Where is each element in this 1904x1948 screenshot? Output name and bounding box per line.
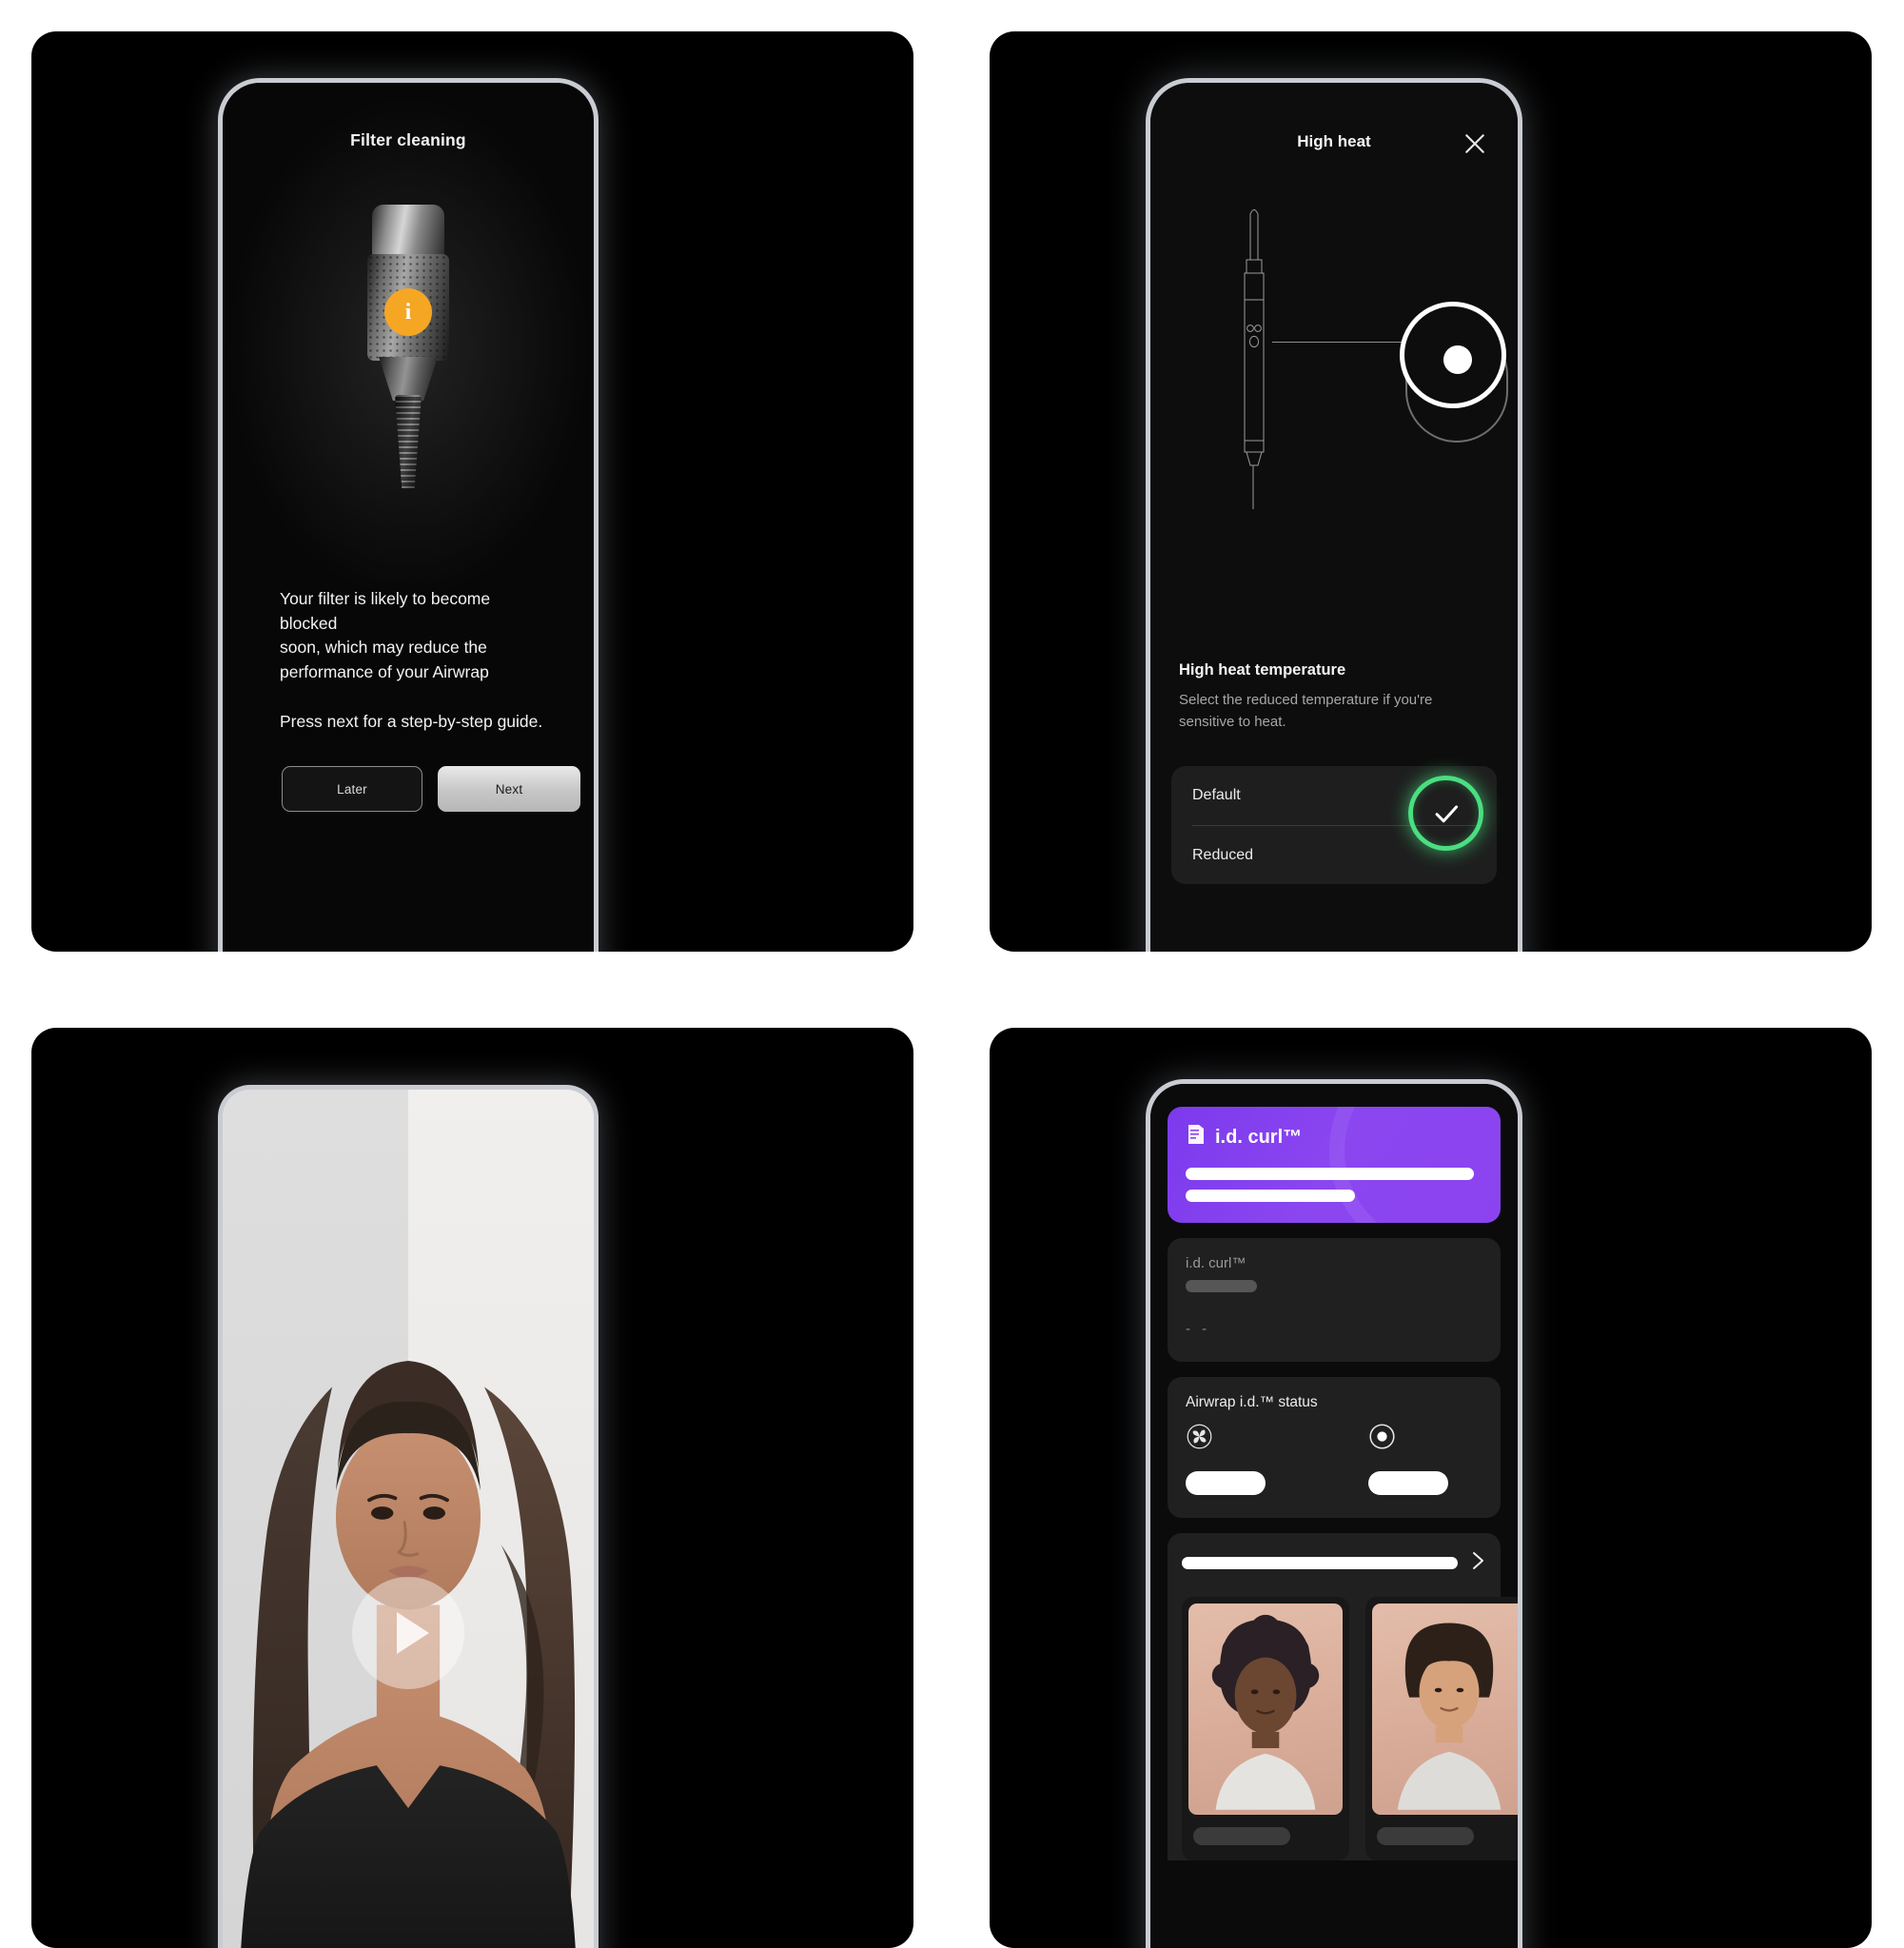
hero-placeholder-bar-1 xyxy=(1186,1168,1474,1180)
panel-high-heat: High heat xyxy=(990,31,1872,952)
phone-frame xyxy=(218,1085,599,1948)
check-icon xyxy=(1408,776,1483,851)
device-illustration: i xyxy=(346,205,470,509)
dial-indicator xyxy=(1443,345,1472,374)
phone-screen: Filter cleaning i Your filter is likely … xyxy=(223,83,594,952)
page-title: Filter cleaning xyxy=(223,130,594,150)
play-triangle xyxy=(397,1612,429,1654)
device-card-title: i.d. curl™ xyxy=(1186,1255,1482,1271)
body-text: Your filter is likely to become blocked … xyxy=(280,587,548,735)
carousel-tile[interactable] xyxy=(1182,1597,1349,1860)
option-list: Default Reduced xyxy=(1171,766,1497,884)
dial-illustration xyxy=(1400,302,1514,443)
status-card[interactable]: Airwrap i.d.™ status xyxy=(1168,1377,1501,1518)
carousel-title-placeholder xyxy=(1182,1557,1458,1569)
id-card-icon xyxy=(1186,1123,1207,1151)
body-paragraph-2: Press next for a step-by-step guide. xyxy=(280,710,548,735)
later-button[interactable]: Later xyxy=(282,766,422,812)
device-card-value: - - xyxy=(1186,1321,1482,1337)
info-icon: i xyxy=(384,288,432,336)
phone-screen xyxy=(223,1090,594,1948)
play-icon[interactable] xyxy=(352,1577,464,1689)
section-body: Select the reduced temperature if you're… xyxy=(1179,690,1489,733)
dial-ring xyxy=(1400,302,1506,408)
device-tube xyxy=(395,395,422,488)
chevron-right-icon[interactable] xyxy=(1470,1549,1486,1577)
wand-illustration xyxy=(1232,197,1276,511)
section-heading: High heat temperature xyxy=(1179,661,1489,679)
hero-title-row: i.d. curl™ xyxy=(1186,1123,1482,1151)
body-line-3: performance of your Airwrap xyxy=(280,660,548,685)
close-icon[interactable] xyxy=(1461,129,1489,158)
carousel-header[interactable] xyxy=(1182,1549,1486,1577)
tile-thumbnail xyxy=(1188,1604,1343,1815)
phone-screen: High heat xyxy=(1150,83,1518,952)
tile-label-placeholder xyxy=(1193,1827,1290,1845)
body-line-1: Your filter is likely to become blocked xyxy=(280,587,548,636)
panel-filter-cleaning: Filter cleaning i Your filter is likely … xyxy=(31,31,913,952)
status-card-title: Airwrap i.d.™ status xyxy=(1186,1394,1482,1411)
body-line-2: soon, which may reduce the xyxy=(280,636,548,660)
fan-icon xyxy=(1186,1438,1213,1454)
device-neck xyxy=(379,357,438,401)
phone-frame: High heat xyxy=(1146,78,1522,952)
status-row xyxy=(1186,1423,1482,1495)
phone-screen: i.d. curl™ i.d. curl™ - - Airwrap i.d.™ … xyxy=(1150,1084,1518,1948)
phone-frame: i.d. curl™ i.d. curl™ - - Airwrap i.d.™ … xyxy=(1146,1079,1522,1948)
carousel-tile[interactable] xyxy=(1365,1597,1518,1860)
hero-placeholder-bar-2 xyxy=(1186,1190,1355,1202)
phone-frame: Filter cleaning i Your filter is likely … xyxy=(218,78,599,952)
callout-line xyxy=(1272,342,1413,343)
section-text: High heat temperature Select the reduced… xyxy=(1179,661,1489,733)
button-row: Later Next xyxy=(282,766,580,812)
hero-card[interactable]: i.d. curl™ xyxy=(1168,1107,1501,1223)
screenshot-grid: Filter cleaning i Your filter is likely … xyxy=(0,0,1904,1904)
carousel-tiles xyxy=(1182,1597,1486,1860)
status-placeholder-bar-1 xyxy=(1186,1471,1266,1495)
status-placeholder-bar-2 xyxy=(1368,1471,1448,1495)
device-card-placeholder-bar xyxy=(1186,1280,1257,1292)
panel-before-after-video xyxy=(31,1028,913,1948)
dot-circle-icon xyxy=(1368,1438,1396,1454)
status-item-airflow[interactable] xyxy=(1186,1423,1300,1495)
hero-title: i.d. curl™ xyxy=(1215,1127,1302,1149)
tile-thumbnail xyxy=(1372,1604,1518,1815)
next-button[interactable]: Next xyxy=(438,766,580,812)
status-item-power[interactable] xyxy=(1368,1423,1482,1495)
device-top xyxy=(372,205,444,260)
panel-id-curl-dashboard: i.d. curl™ i.d. curl™ - - Airwrap i.d.™ … xyxy=(990,1028,1872,1948)
tile-label-placeholder xyxy=(1377,1827,1474,1845)
carousel-section xyxy=(1168,1533,1501,1860)
modal-header: High heat xyxy=(1150,132,1518,165)
device-card[interactable]: i.d. curl™ - - xyxy=(1168,1238,1501,1362)
